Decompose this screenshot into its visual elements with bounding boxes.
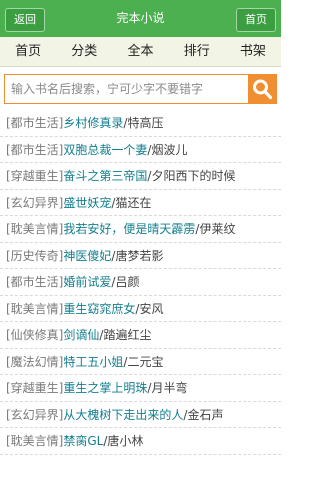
book-title-link[interactable]: 双胞总裁一个妻: [63, 143, 147, 157]
book-category[interactable]: [耽美言情]: [6, 222, 63, 236]
search-icon: [253, 79, 273, 100]
list-item: [都市生活]双胞总裁一个妻/烟波儿: [0, 137, 281, 163]
book-title-link[interactable]: 重生之掌上明珠: [63, 381, 147, 395]
book-title-link[interactable]: 重生窈窕庶女: [63, 302, 135, 316]
list-item: [穿越重生]奋斗之第三帝国/夕阳西下的时候: [0, 163, 281, 190]
book-author: 烟波儿: [151, 142, 188, 157]
book-category[interactable]: [都市生活]: [6, 275, 63, 289]
book-category[interactable]: [魔法幻情]: [6, 355, 63, 369]
book-title-link[interactable]: 我若安好，便是晴天霹雳: [63, 222, 195, 236]
book-category[interactable]: [耽美言情]: [6, 434, 63, 448]
book-author: 夕阳西下的时候: [151, 169, 236, 183]
search-bar: [4, 74, 277, 104]
list-item: [耽美言情]禁脔GL/唐小林: [0, 428, 281, 455]
book-author: 二元宝: [127, 354, 164, 369]
book-category[interactable]: [仙侠修真]: [6, 328, 63, 342]
book-title-link[interactable]: 特工五小姐: [63, 355, 123, 369]
list-item: [耽美言情]我若安好，便是晴天霹雳/伊莱纹: [0, 216, 281, 243]
list-item: [魔法幻情]特工五小姐/二元宝: [0, 349, 281, 375]
nav-item-complete[interactable]: 全本: [112, 37, 168, 66]
book-category[interactable]: [耽美言情]: [6, 302, 63, 316]
list-item: [都市生活]婚前试爱/吕颜: [0, 269, 281, 296]
book-title-link[interactable]: 盛世妖宠: [63, 196, 111, 210]
list-item: [玄幻异界]盛世妖宠/猫还在: [0, 190, 281, 216]
list-item: [都市生活]乡村修真录/特高压: [0, 110, 281, 137]
book-author: 金石声: [187, 407, 224, 422]
book-author: 唐梦若影: [115, 248, 164, 263]
book-title-link[interactable]: 婚前试爱: [63, 275, 111, 289]
nav-item-ranking[interactable]: 排行: [169, 37, 225, 66]
book-category[interactable]: [历史传奇]: [6, 249, 63, 263]
book-title-link[interactable]: 奋斗之第三帝国: [63, 169, 147, 183]
nav-item-category[interactable]: 分类: [56, 37, 112, 66]
list-item: [仙侠修真]剑谪仙/踏遍红尘: [0, 322, 281, 349]
search-button[interactable]: [248, 75, 276, 103]
book-category[interactable]: [都市生活]: [6, 143, 63, 157]
book-list: [都市生活]乡村修真录/特高压 [都市生活]双胞总裁一个妻/烟波儿 [穿越重生]…: [0, 110, 281, 455]
list-item: [穿越重生]重生之掌上明珠/月半弯: [0, 375, 281, 402]
nav-item-home[interactable]: 首页: [0, 37, 56, 66]
book-title-link[interactable]: 从大槐树下走出来的人: [63, 408, 183, 422]
book-category[interactable]: [玄幻异界]: [6, 408, 63, 422]
nav-item-bookshelf[interactable]: 书架: [225, 37, 281, 66]
home-button[interactable]: 首页: [236, 8, 276, 32]
book-title-link[interactable]: 乡村修真录: [63, 116, 123, 130]
book-title-link[interactable]: 禁脔GL: [63, 434, 103, 448]
list-item: [耽美言情]重生窈窕庶女/安风: [0, 296, 281, 322]
list-item: [玄幻异界]从大槐树下走出来的人/金石声: [0, 402, 281, 428]
book-title-link[interactable]: 神医傻妃: [63, 249, 111, 263]
book-author: 安风: [139, 301, 164, 316]
book-title-link[interactable]: 剑谪仙: [63, 328, 99, 342]
book-category[interactable]: [都市生活]: [6, 116, 63, 130]
book-category[interactable]: [穿越重生]: [6, 169, 63, 183]
header-bar: 返回 完本小说 首页: [0, 0, 281, 37]
book-author: 唐小林: [107, 434, 144, 448]
book-author: 踏遍红尘: [103, 328, 152, 342]
book-category[interactable]: [穿越重生]: [6, 381, 63, 395]
list-item: [历史传奇]神医傻妃/唐梦若影: [0, 243, 281, 269]
book-author: 伊莱纹: [199, 222, 236, 236]
main-nav: 首页 分类 全本 排行 书架: [0, 37, 281, 67]
book-author: 吕颜: [115, 275, 140, 289]
book-author: 特高压: [127, 116, 164, 130]
book-author: 月半弯: [151, 381, 188, 395]
book-category[interactable]: [玄幻异界]: [6, 196, 63, 210]
book-author: 猫还在: [115, 195, 152, 210]
search-input[interactable]: [5, 75, 257, 103]
